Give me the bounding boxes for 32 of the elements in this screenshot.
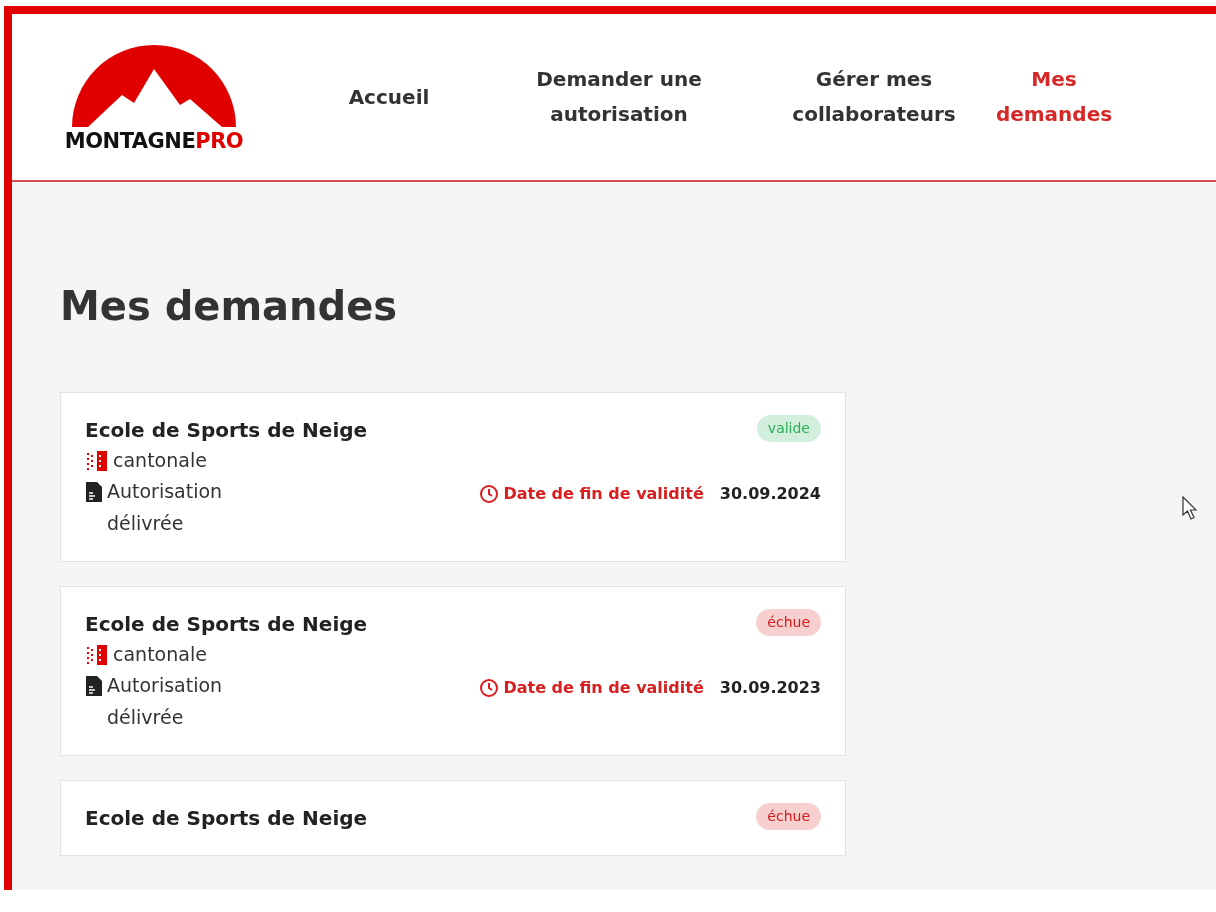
validity-date: 30.09.2024 [719, 483, 821, 505]
status-badge: valide [756, 415, 821, 442]
document-link[interactable]: Autorisation délivrée [107, 476, 245, 540]
nav-link[interactable]: Gérer mes collaborateurs [764, 62, 984, 132]
request-title: Ecole de Sports de Neige [85, 805, 368, 833]
request-title: Ecole de Sports de Neige [85, 611, 368, 639]
request-title: Ecole de Sports de Neige [85, 417, 368, 444]
validity-label: Date de fin de validité [503, 483, 704, 505]
status-badge: échue [756, 609, 821, 637]
scope-label: cantonale [113, 448, 207, 473]
scope-label: cantonale [113, 642, 207, 668]
validity-date: 30.09.2023 [719, 677, 821, 700]
document-link[interactable]: Autorisation délivrée [107, 670, 245, 734]
pdf-file-icon [85, 481, 103, 504]
logo-text: MONTAGNEPRO [64, 130, 244, 152]
clock-icon [479, 484, 500, 504]
request-card[interactable]: Ecole de Sports de Neige cantonale Autorisation délivrée échue Date de fin de validité 30.09.2023 [60, 586, 846, 757]
request-card[interactable]: Ecole de Sports de Neige cantonale Autorisation délivrée valide Date de fin de validité 30.09.2024 [60, 392, 846, 563]
nav-link[interactable]: Demander une autorisation [474, 62, 764, 132]
request-card[interactable]: Ecole de Sports de Neige échue [60, 780, 846, 857]
mouse-cursor-icon [1182, 496, 1200, 522]
page-title: Mes demandes [60, 282, 399, 330]
clock-icon [479, 678, 500, 699]
nav-link[interactable]: Mes demandes [984, 62, 1124, 132]
mountain-logo-icon [72, 42, 236, 127]
pdf-file-icon [85, 675, 103, 698]
canton-flag-icon [85, 448, 109, 473]
canton-flag-icon [85, 642, 109, 667]
validity-label: Date de fin de validité [503, 677, 704, 700]
logo[interactable]: MONTAGNEPRO [54, 42, 254, 152]
status-badge: échue [756, 803, 821, 831]
nav-link[interactable]: Accueil [304, 79, 474, 115]
